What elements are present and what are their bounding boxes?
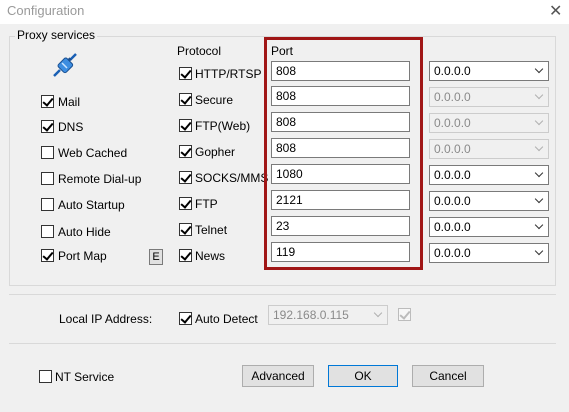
local-ip-extra-checkbox[interactable] [398, 308, 411, 321]
ip-secure-select[interactable]: 0.0.0.0 [429, 87, 549, 107]
protocol-gopher-checkbox[interactable] [179, 145, 192, 158]
ip-ftp-web-select[interactable]: 0.0.0.0 [429, 113, 549, 133]
protocol-column-header: Protocol [177, 44, 222, 58]
auto-detect-checkbox[interactable] [179, 312, 192, 325]
ip-http-rtsp-select[interactable]: 0.0.0.0 [429, 61, 549, 81]
ip-ftp-value: 0.0.0.0 [434, 194, 471, 208]
protocol-telnet-checkbox[interactable] [179, 223, 192, 236]
ip-gopher-value: 0.0.0.0 [434, 142, 471, 156]
protocol-ftp-web-label: FTP(Web) [195, 119, 251, 133]
ip-gopher-select[interactable]: 0.0.0.0 [429, 139, 549, 159]
proxy-services-label: Proxy services [15, 28, 98, 42]
chevron-down-icon [534, 246, 544, 256]
chevron-down-icon [534, 64, 544, 74]
local-ip-label: Local IP Address: [59, 312, 153, 326]
auto-detect-label: Auto Detect [195, 312, 258, 326]
protocol-http-rtsp-checkbox[interactable] [179, 67, 192, 80]
ip-secure-value: 0.0.0.0 [434, 90, 471, 104]
port-map-checkbox[interactable] [41, 249, 54, 262]
ip-news-value: 0.0.0.0 [434, 246, 471, 260]
local-ip-value: 192.168.0.115 [273, 308, 349, 322]
chevron-down-icon [534, 142, 544, 152]
protocol-socks-mms-label: SOCKS/MMS [195, 171, 269, 185]
auto-hide-checkbox[interactable] [41, 225, 54, 238]
auto-startup-label: Auto Startup [58, 198, 125, 212]
window-title: Configuration [7, 3, 85, 18]
protocol-secure-checkbox[interactable] [179, 93, 192, 106]
auto-startup-checkbox[interactable] [41, 198, 54, 211]
cancel-button[interactable]: Cancel [412, 365, 484, 387]
protocol-socks-mms-checkbox[interactable] [179, 171, 192, 184]
web-cached-checkbox[interactable] [41, 146, 54, 159]
chevron-down-icon [534, 90, 544, 100]
ip-telnet-select[interactable]: 0.0.0.0 [429, 217, 549, 237]
protocol-secure-label: Secure [195, 93, 234, 107]
protocol-ftp-label: FTP [195, 197, 218, 211]
ip-socks-mms-value: 0.0.0.0 [434, 168, 471, 182]
protocol-ftp-checkbox[interactable] [179, 197, 192, 210]
chevron-down-icon [534, 116, 544, 126]
chevron-down-icon [534, 220, 544, 230]
auto-hide-label: Auto Hide [58, 225, 111, 239]
protocol-news-label: News [195, 249, 226, 263]
protocol-news-checkbox[interactable] [179, 249, 192, 262]
network-plug-icon [53, 53, 77, 77]
port-map-label: Port Map [58, 249, 107, 263]
ip-socks-mms-select[interactable]: 0.0.0.0 [429, 165, 549, 185]
protocol-ftp-web-checkbox[interactable] [179, 119, 192, 132]
advanced-button[interactable]: Advanced [242, 365, 314, 387]
mail-checkbox[interactable] [41, 95, 54, 108]
local-ip-select[interactable]: 192.168.0.115 [268, 305, 388, 325]
close-icon[interactable]: ✕ [549, 1, 562, 21]
nt-service-checkbox[interactable] [39, 370, 52, 383]
mail-label: Mail [58, 95, 81, 109]
ip-http-rtsp-value: 0.0.0.0 [434, 64, 471, 78]
chevron-down-icon [534, 168, 544, 178]
web-cached-label: Web Cached [58, 146, 128, 160]
port-map-edit-button[interactable]: E [149, 249, 163, 265]
ip-news-select[interactable]: 0.0.0.0 [429, 243, 549, 263]
remote-dialup-checkbox[interactable] [41, 172, 54, 185]
ok-button[interactable]: OK [328, 365, 398, 387]
chevron-down-icon [373, 308, 383, 318]
chevron-down-icon [534, 194, 544, 204]
protocol-http-rtsp-label: HTTP/RTSP [195, 67, 262, 81]
title-bar [0, 0, 569, 24]
nt-service-label: NT Service [55, 370, 115, 384]
dns-label: DNS [58, 120, 84, 134]
ip-ftp-select[interactable]: 0.0.0.0 [429, 191, 549, 211]
ip-ftp-web-value: 0.0.0.0 [434, 116, 471, 130]
remote-dialup-label: Remote Dial-up [58, 172, 142, 186]
dns-checkbox[interactable] [41, 120, 54, 133]
port-column-highlight [264, 37, 423, 270]
protocol-gopher-label: Gopher [195, 145, 236, 159]
protocol-telnet-label: Telnet [195, 223, 228, 237]
ip-telnet-value: 0.0.0.0 [434, 220, 471, 234]
